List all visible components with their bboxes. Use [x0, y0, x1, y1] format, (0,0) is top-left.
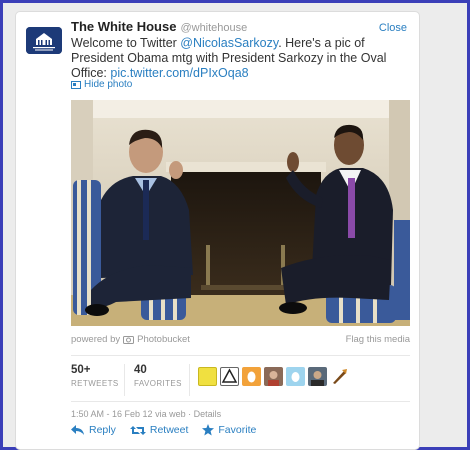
favorites-count: 40: [134, 364, 147, 376]
meta-separator: ·: [188, 409, 192, 419]
photobucket-link[interactable]: Photobucket: [137, 334, 190, 345]
camera-icon: [123, 336, 135, 344]
timestamp-link[interactable]: 1:50 AM - 16 Feb 12: [71, 409, 153, 419]
retweets-label: RETWEETS: [71, 379, 119, 388]
favoriter-avatar[interactable]: [198, 367, 217, 386]
flag-media-link[interactable]: Flag this media: [346, 334, 410, 345]
divider-bottom: [71, 401, 410, 402]
hide-photo-label: Hide photo: [84, 79, 133, 90]
account-handle[interactable]: @whitehouse: [180, 22, 247, 34]
star-icon: [202, 424, 215, 436]
display-name[interactable]: The White House: [71, 19, 176, 34]
retweets-count: 50+: [71, 364, 91, 376]
hide-photo-button[interactable]: Hide photo: [71, 79, 132, 90]
tweet-meta: 1:50 AM - 16 Feb 12 via web · Details: [71, 409, 221, 419]
favoriter-avatar[interactable]: [308, 367, 327, 386]
tweet-card: The White House @whitehouse Close Welcome…: [15, 11, 420, 450]
favoriter-avatar[interactable]: [242, 367, 261, 386]
favoriter-avatar[interactable]: [286, 367, 305, 386]
divider-top: [71, 355, 410, 356]
favoriter-avatar[interactable]: [220, 367, 239, 386]
retweet-icon: [129, 425, 146, 435]
details-link[interactable]: Details: [194, 409, 222, 419]
tweet-photo[interactable]: [71, 100, 410, 326]
tweet-actions: Reply Retweet Favorite: [71, 424, 256, 436]
retweets-stat[interactable]: 50+ RETWEETS: [71, 364, 119, 388]
stats-separator: [124, 364, 125, 396]
powered-by: powered by Photobucket: [71, 334, 190, 345]
stats-separator: [189, 364, 190, 396]
reply-button[interactable]: Reply: [71, 424, 116, 436]
photo-link[interactable]: pic.twitter.com/dPIxOqa8: [110, 66, 248, 80]
white-house-avatar[interactable]: [26, 27, 62, 54]
tweet-text: Welcome to Twitter @NicolasSarkozy. Here…: [71, 36, 401, 81]
photo-icon: [71, 80, 81, 89]
mention-link[interactable]: @NicolasSarkozy: [180, 36, 278, 50]
favorite-label: Favorite: [218, 424, 257, 436]
powered-by-label: powered by: [71, 334, 121, 345]
via-source: via web: [155, 409, 186, 419]
retweet-button[interactable]: Retweet: [129, 424, 189, 436]
reply-label: Reply: [89, 424, 116, 436]
favorite-button[interactable]: Favorite: [202, 424, 256, 436]
retweet-label: Retweet: [149, 424, 189, 436]
account-name[interactable]: The White House @whitehouse: [71, 19, 247, 34]
favorites-stat[interactable]: 40 FAVORITES: [134, 364, 182, 388]
favoriters-avatars: [198, 367, 349, 386]
favorites-label: FAVORITES: [134, 379, 182, 388]
tweet-text-before: Welcome to Twitter: [71, 36, 181, 50]
reply-icon: [71, 425, 84, 435]
tweet-stats: 50+ RETWEETS 40 FAVORITES: [71, 364, 410, 398]
favoriter-avatar[interactable]: [264, 367, 283, 386]
close-button[interactable]: Close: [379, 22, 407, 34]
favoriter-avatar[interactable]: [330, 367, 349, 386]
